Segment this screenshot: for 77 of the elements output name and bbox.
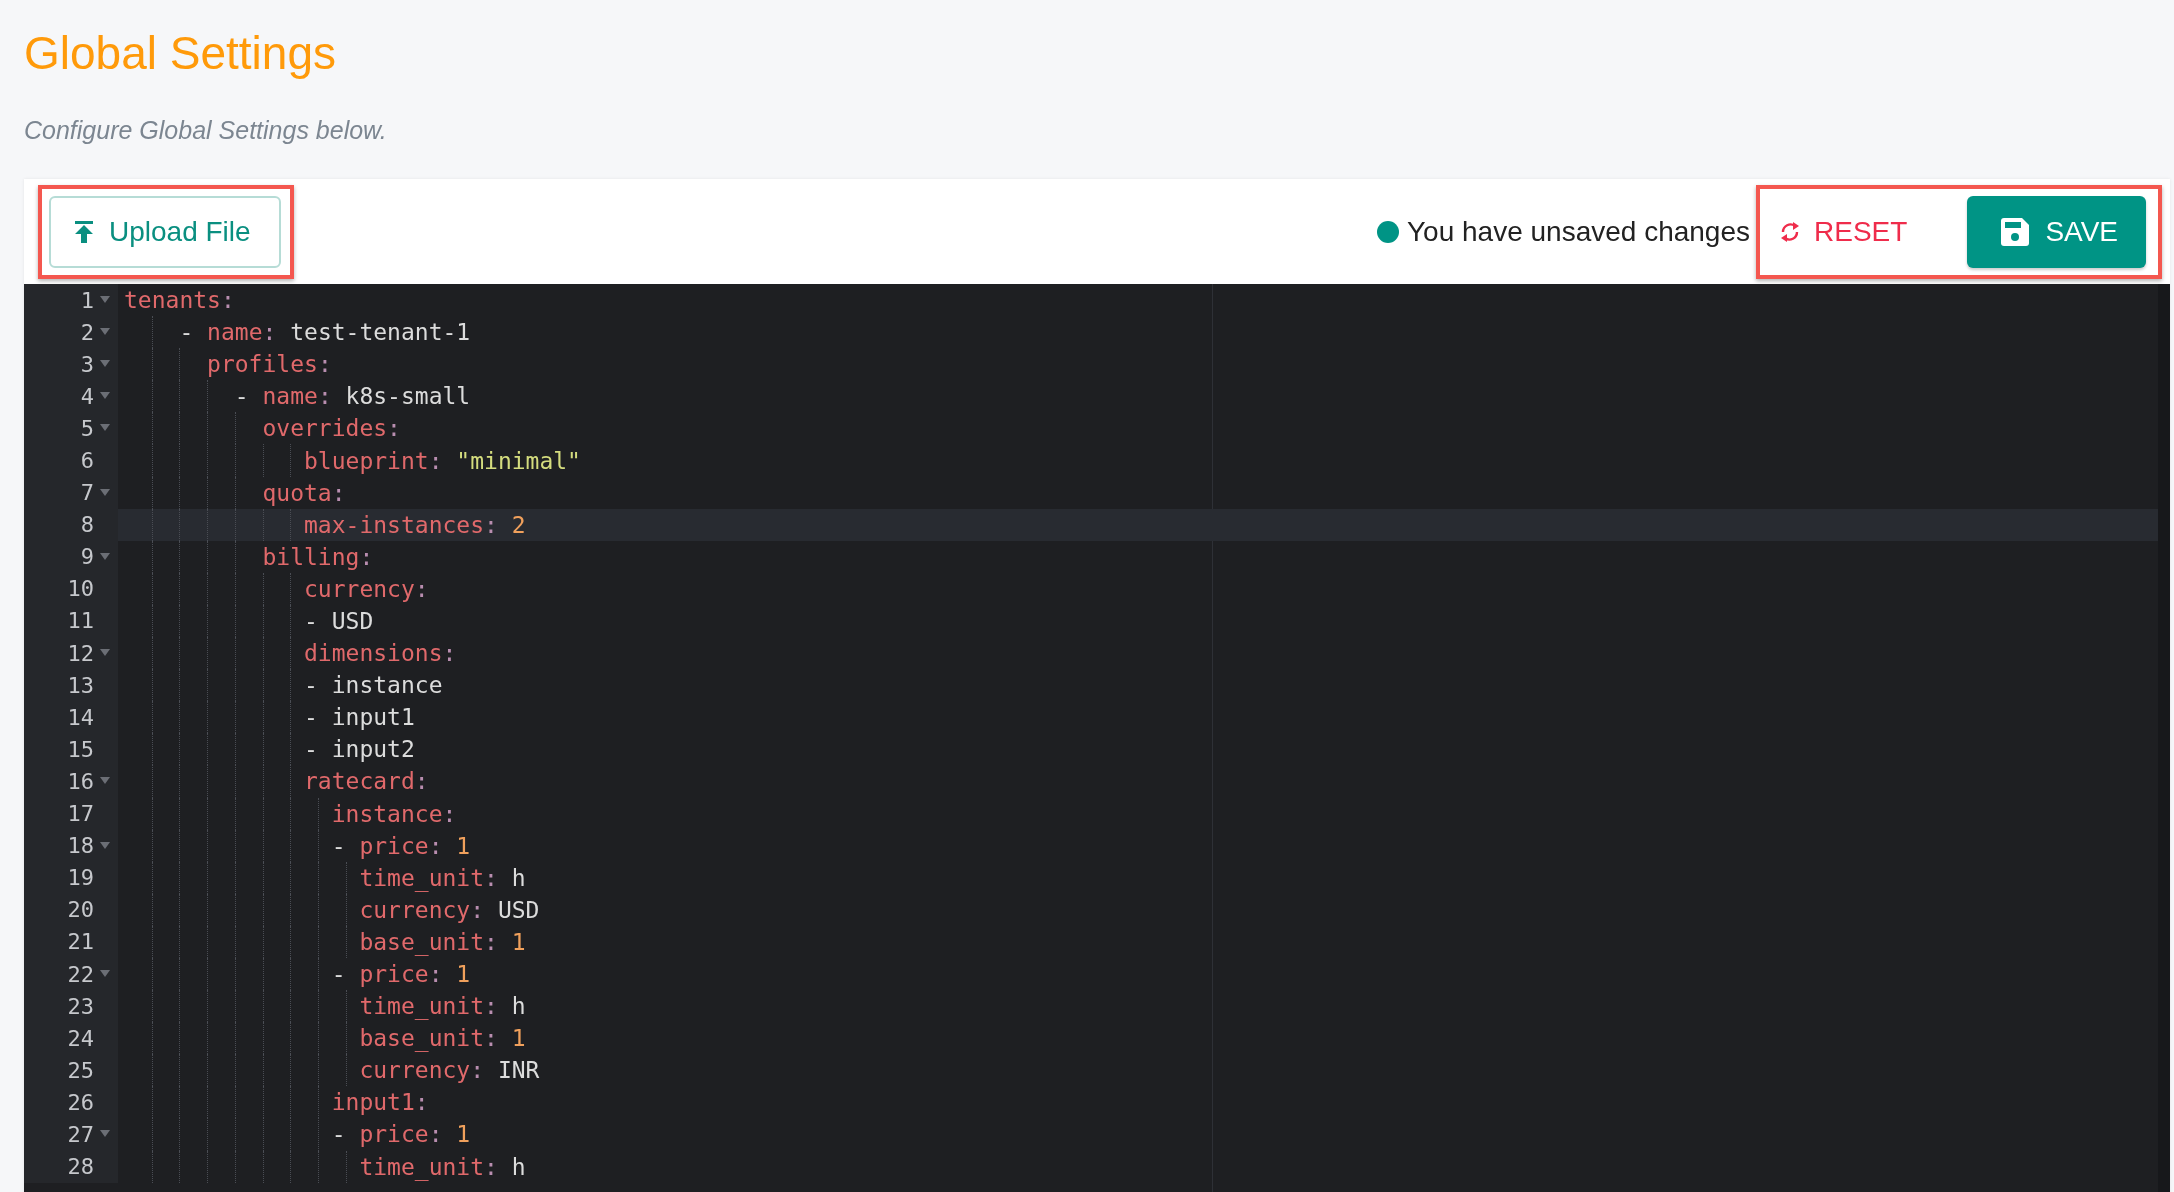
code-line: profiles: bbox=[206, 351, 332, 378]
code-line: - input2 bbox=[303, 736, 415, 763]
upload-file-button[interactable]: Upload File bbox=[49, 195, 281, 268]
code-line: - instance bbox=[303, 672, 443, 699]
line-number: 24 bbox=[67, 1025, 94, 1051]
reset-button[interactable]: RESET bbox=[1770, 215, 1918, 248]
line-number: 7 bbox=[80, 480, 94, 506]
code-line: quota: bbox=[261, 479, 346, 506]
line-number: 5 bbox=[80, 415, 94, 441]
code-line: time_unit: h bbox=[358, 864, 526, 891]
code-line: overrides: bbox=[261, 415, 401, 442]
line-number: 4 bbox=[80, 383, 94, 409]
line-number: 12 bbox=[67, 640, 94, 666]
code-line: tenants: bbox=[124, 287, 235, 314]
line-number: 11 bbox=[67, 608, 94, 634]
fold-arrow-icon[interactable] bbox=[100, 360, 110, 369]
scrollbar-track[interactable] bbox=[2158, 284, 2170, 1192]
page-title: Global Settings bbox=[24, 26, 336, 80]
code-line: max-instances: 2 bbox=[303, 511, 526, 538]
code-line: blueprint: "minimal" bbox=[303, 447, 581, 474]
fold-arrow-icon[interactable] bbox=[100, 392, 110, 401]
code-line: instance: bbox=[330, 800, 457, 827]
fold-arrow-icon[interactable] bbox=[100, 552, 110, 561]
line-number: 21 bbox=[67, 929, 94, 955]
line-number: 14 bbox=[67, 704, 94, 730]
code-line: time_unit: h bbox=[358, 993, 526, 1020]
code-line: dimensions: bbox=[303, 640, 457, 667]
refresh-icon bbox=[1780, 220, 1800, 243]
line-number: 10 bbox=[67, 576, 94, 602]
line-number: 17 bbox=[67, 801, 94, 827]
line-number: 9 bbox=[80, 544, 94, 570]
line-number: 25 bbox=[67, 1057, 94, 1083]
line-number: 20 bbox=[67, 897, 94, 923]
code-line: currency: bbox=[303, 575, 429, 602]
line-number: 18 bbox=[67, 833, 94, 859]
page-subtitle: Configure Global Settings below. bbox=[24, 116, 387, 145]
fold-arrow-icon[interactable] bbox=[100, 970, 110, 978]
code-line: ratecard: bbox=[303, 768, 429, 795]
code-line: currency: INR bbox=[358, 1057, 540, 1084]
line-number: 6 bbox=[80, 448, 94, 473]
line-number: 27 bbox=[67, 1122, 94, 1147]
status-text: You have unsaved changes bbox=[1407, 215, 1750, 248]
fold-arrow-icon[interactable] bbox=[100, 777, 110, 786]
code-line: - name: test-tenant-1 bbox=[178, 319, 471, 346]
upload-icon bbox=[75, 220, 93, 243]
fold-arrow-icon[interactable] bbox=[100, 649, 110, 658]
line-number: 2 bbox=[80, 319, 94, 345]
code-line: billing: bbox=[261, 543, 374, 570]
fold-arrow-icon[interactable] bbox=[100, 328, 110, 337]
line-number: 26 bbox=[67, 1089, 94, 1115]
fold-arrow-icon[interactable] bbox=[100, 424, 110, 433]
line-number: 15 bbox=[67, 736, 94, 762]
code-line: - price: 1 bbox=[330, 961, 471, 987]
line-number: 28 bbox=[67, 1154, 94, 1180]
line-number: 22 bbox=[67, 961, 94, 987]
code-line: currency: USD bbox=[358, 896, 540, 923]
code-line: base_unit: 1 bbox=[358, 928, 526, 955]
code-line: - input1 bbox=[303, 704, 415, 731]
line-number: 19 bbox=[67, 865, 94, 891]
code-line: time_unit: h bbox=[358, 1153, 526, 1180]
line-number: 13 bbox=[67, 672, 94, 698]
line-number: 16 bbox=[67, 768, 94, 794]
line-number: 8 bbox=[80, 512, 94, 538]
code-line: input1: bbox=[330, 1089, 429, 1116]
code-line: base_unit: 1 bbox=[358, 1025, 526, 1052]
fold-arrow-icon[interactable] bbox=[100, 1130, 110, 1139]
fold-arrow-icon[interactable] bbox=[100, 841, 110, 850]
line-number: 1 bbox=[80, 287, 94, 313]
fold-arrow-icon[interactable] bbox=[100, 296, 110, 305]
save-button[interactable]: SAVE bbox=[1967, 195, 2146, 268]
line-number: 23 bbox=[67, 993, 94, 1019]
code-line: - price: 1 bbox=[330, 832, 471, 859]
line-number: 3 bbox=[80, 351, 94, 377]
code-line: - USD bbox=[303, 608, 374, 634]
fold-arrow-icon[interactable] bbox=[100, 488, 110, 497]
code-line: - price: 1 bbox=[330, 1121, 471, 1148]
code-line: - name: k8s-small bbox=[233, 383, 471, 410]
